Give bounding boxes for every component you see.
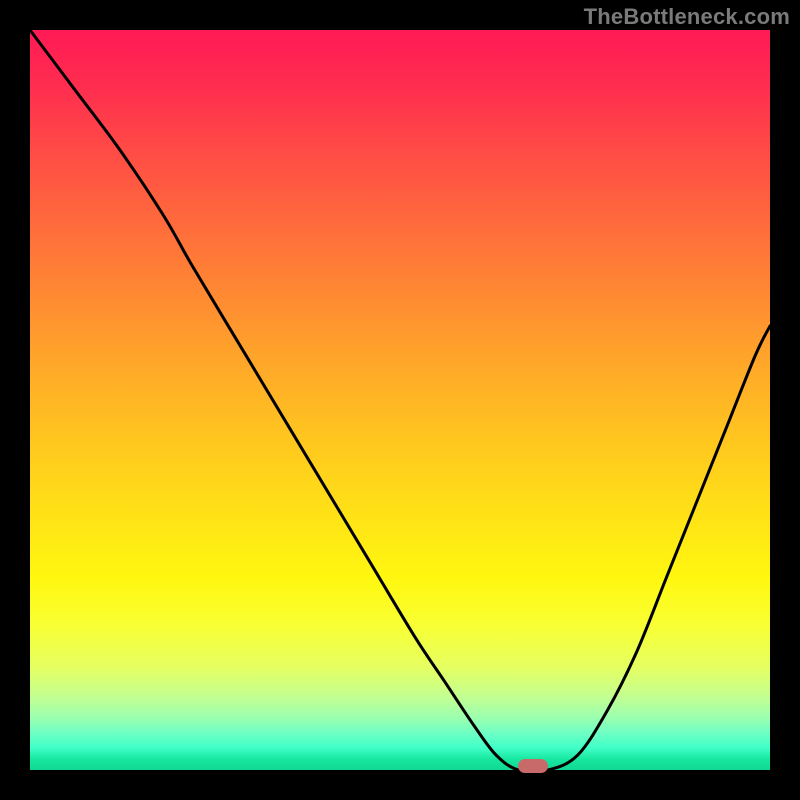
bottleneck-curve [30,30,770,770]
attribution-text: TheBottleneck.com [584,4,790,30]
optimal-point-marker [518,759,548,773]
plot-area [30,30,770,770]
chart-frame: TheBottleneck.com [0,0,800,800]
plot-outer [30,30,770,770]
